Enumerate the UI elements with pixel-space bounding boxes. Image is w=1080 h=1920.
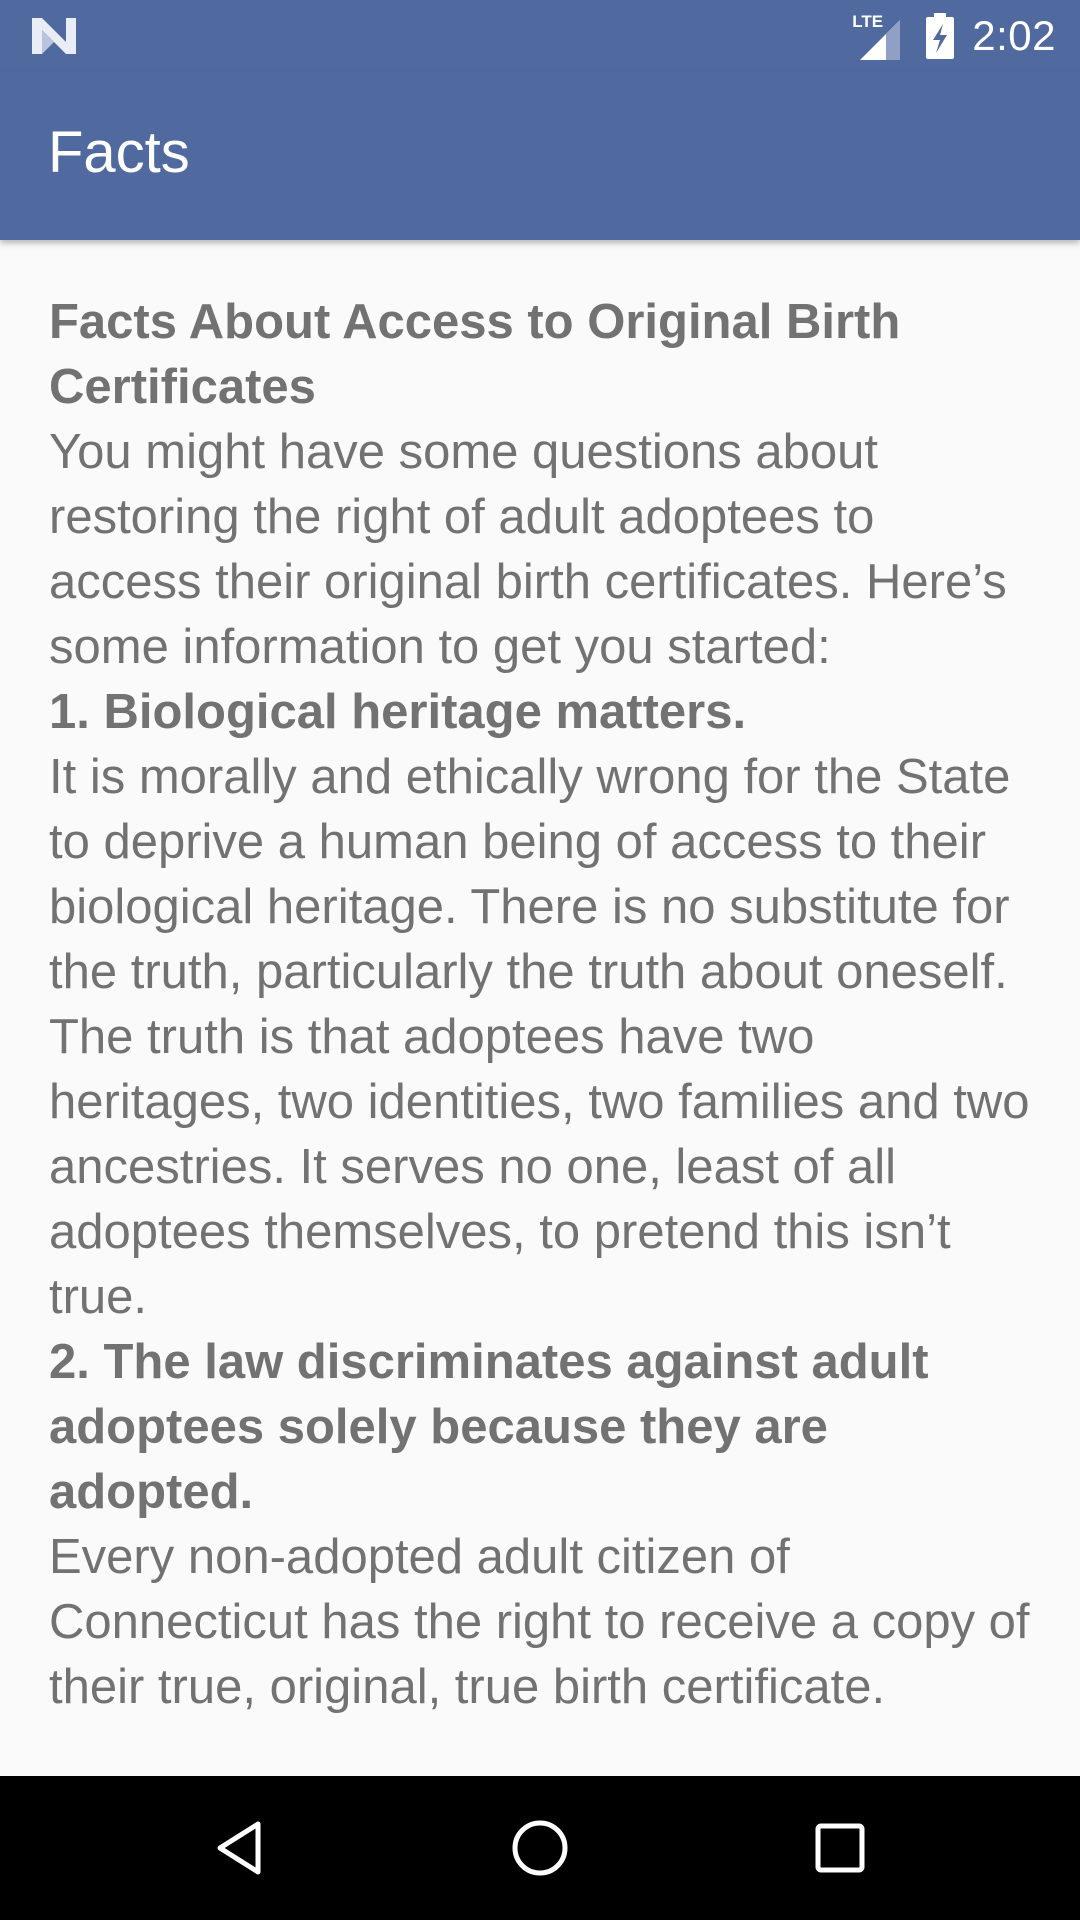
recents-icon: [815, 1823, 865, 1873]
status-icons: LTE 2:02: [852, 0, 1056, 72]
recents-button[interactable]: [790, 1798, 890, 1898]
intro-paragraph: You might have some questions about rest…: [49, 425, 1007, 674]
fact-1-heading: 1. Biological heritage matters.: [49, 685, 747, 739]
home-icon: [512, 1820, 568, 1876]
page-title: Facts: [48, 120, 190, 185]
fact-2-body: Every non-adopted adult citizen of Conne…: [49, 1530, 1030, 1714]
battery-icon: [926, 13, 955, 59]
facts-content: Facts About Access to Original Birth Cer…: [49, 290, 1039, 1720]
content-heading: Facts About Access to Original Birth Cer…: [49, 295, 901, 414]
status-bar: LTE 2:02: [0, 0, 1080, 72]
app-bar: Facts: [0, 72, 1080, 240]
back-icon: [217, 1821, 261, 1875]
navigation-bar: [0, 1776, 1080, 1920]
back-button[interactable]: [190, 1798, 290, 1898]
home-button[interactable]: [490, 1798, 590, 1898]
signal-icon: LTE: [852, 12, 908, 60]
status-time: 2:02: [972, 12, 1056, 59]
n-logo-icon: [32, 18, 76, 54]
fact-2-heading: 2. The law discriminates against adult a…: [49, 1335, 929, 1519]
fact-1-body: It is morally and ethically wrong for th…: [49, 750, 1030, 1324]
